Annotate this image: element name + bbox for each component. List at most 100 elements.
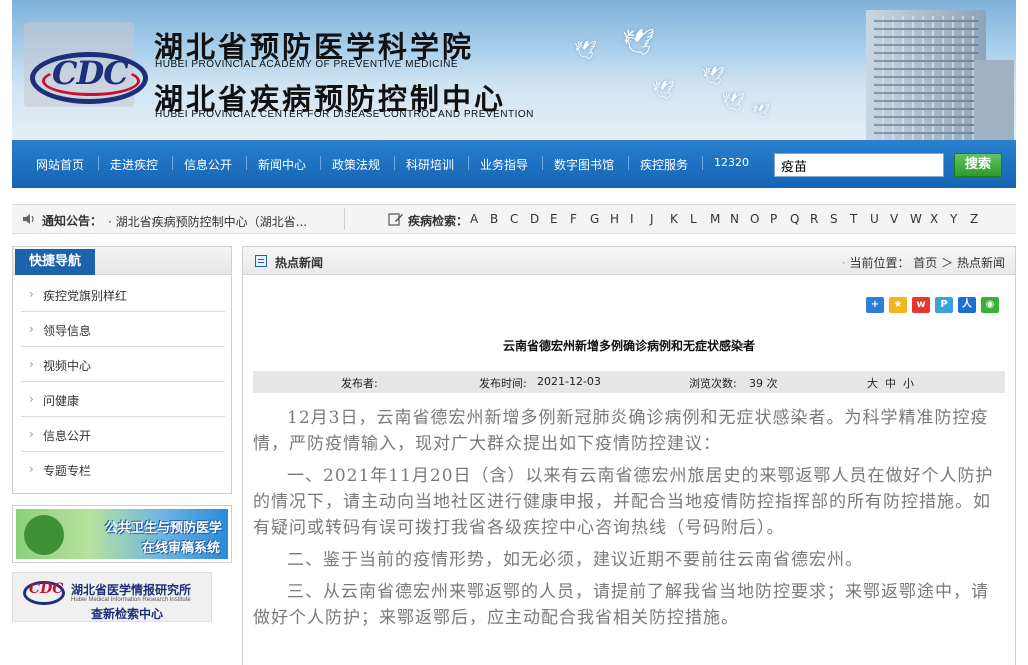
quick-nav-panel: 快捷导航 › 疾控党旗别样红 › 领导信息 › 视频中心 › 问健康 › 信息公… [12, 246, 232, 494]
nav-news[interactable]: 新闻中心 [258, 156, 306, 173]
letter-link[interactable]: I [630, 212, 650, 226]
quick-nav-item-health-qa[interactable]: › 问健康 [21, 382, 225, 417]
nav-divider [320, 156, 321, 170]
letter-link[interactable]: O [750, 212, 770, 226]
nav-policy[interactable]: 政策法规 [332, 156, 380, 173]
building-illustration [866, 10, 986, 140]
list-icon [255, 255, 267, 267]
nav-library[interactable]: 数字图书馆 [554, 156, 614, 173]
wechat-icon[interactable]: ◉ [981, 297, 999, 313]
font-size-large[interactable]: 大 [867, 375, 878, 391]
letter-link[interactable]: J [650, 212, 670, 226]
notice-label: 通知公告： [42, 214, 103, 228]
letter-link[interactable]: A [470, 212, 490, 226]
share-bar: + ★ w P 人 ◉ [866, 297, 999, 313]
nav-divider [468, 156, 469, 170]
nav-divider [542, 156, 543, 170]
letter-link[interactable]: R [810, 212, 830, 226]
nav-services[interactable]: 疾控服务 [640, 156, 688, 173]
speaker-icon [23, 214, 34, 224]
letter-link[interactable]: V [890, 212, 910, 226]
views-value: 39 次 [749, 377, 778, 390]
notice-marquee-item[interactable]: · 湖北省疾病预防控制中心（湖北省... [108, 213, 307, 230]
tree-illustration [24, 515, 64, 555]
letter-link[interactable]: Z [970, 212, 990, 226]
nav-home[interactable]: 网站首页 [36, 156, 84, 173]
medical-info-banner[interactable]: CDC 湖北省医学情报研究所 Hubei Medical Information… [12, 572, 212, 622]
breadcrumb: · 当前位置： 首页 ＞ 热点新闻 [842, 254, 1005, 271]
article-body: 12月3日，云南省德宏州新增多例新冠肺炎确诊病例和无症状感染者。为科学精准防控疫… [253, 405, 1005, 637]
main-nav: 网站首页 走进疾控 信息公开 新闻中心 政策法规 科研培训 业务指导 数字图书馆… [12, 140, 1016, 188]
chevron-right-icon: › [29, 392, 34, 406]
dove-icon: 🕊 [652, 80, 675, 101]
bullet-icon: · [841, 256, 846, 270]
letter-link[interactable]: D [530, 212, 550, 226]
font-size-medium[interactable]: 中 [885, 375, 896, 391]
letter-link[interactable]: U [870, 212, 890, 226]
publish-time-value: 2021-12-03 [537, 375, 601, 388]
notice-bar: 通知公告： · 湖北省疾病预防控制中心（湖北省... 疾病检索： A B C D… [12, 204, 1016, 234]
article-paragraph: 三、从云南省德宏州来鄂返鄂的人员，请提前了解我省当地防控要求；来鄂返鄂途中，请做… [253, 582, 989, 628]
nav-info-disclosure[interactable]: 信息公开 [184, 156, 232, 173]
dove-icon: 🕊 [722, 92, 745, 113]
cdc-logo[interactable]: CDC [24, 22, 154, 112]
journal-review-image: 公共卫生与预防医学 在线审稿系统 [16, 509, 228, 559]
disease-search-label: 疾病检索： [408, 214, 469, 228]
quick-nav-item-topics[interactable]: › 专题专栏 [21, 452, 225, 487]
letter-link[interactable]: M [710, 212, 730, 226]
letter-link[interactable]: H [610, 212, 630, 226]
journal-review-banner[interactable]: 公共卫生与预防医学 在线审稿系统 [12, 505, 232, 563]
tencent-icon[interactable]: P [935, 297, 953, 313]
letter-link[interactable]: W [910, 212, 930, 226]
more-icon[interactable]: + [866, 297, 884, 313]
nav-hotline[interactable]: 12320 [714, 156, 749, 169]
letter-link[interactable]: T [850, 212, 870, 226]
quick-nav-label: 信息公开 [43, 429, 92, 443]
quick-nav-item-leaders[interactable]: › 领导信息 [21, 312, 225, 347]
letter-link[interactable]: K [670, 212, 690, 226]
qzone-icon[interactable]: ★ [889, 297, 907, 313]
letter-link[interactable]: Q [790, 212, 810, 226]
quick-nav-label: 专题专栏 [43, 464, 92, 478]
search-input[interactable] [774, 153, 944, 177]
breadcrumb-separator: ＞ [941, 256, 954, 270]
weibo-icon[interactable]: w [912, 297, 930, 313]
letter-link[interactable]: G [590, 212, 610, 226]
site-banner: CDC 湖北省预防医学科学院 HUBEI PROVINCIAL ACADEMY … [12, 0, 1016, 140]
quick-nav-label: 问健康 [43, 394, 80, 408]
breadcrumb-current[interactable]: 热点新闻 [957, 256, 1005, 270]
breadcrumb-home[interactable]: 首页 [913, 256, 937, 270]
quick-nav-header: 快捷导航 [13, 247, 231, 275]
letter-link[interactable]: S [830, 212, 850, 226]
nav-divider [394, 156, 395, 170]
letter-link[interactable]: X [930, 212, 950, 226]
letter-link[interactable]: B [490, 212, 510, 226]
article-meta: 发布者: 发布时间: 2021-12-03 浏览次数: 39 次 大 中 小 [253, 371, 1005, 393]
building-illustration-side [974, 60, 1014, 140]
letter-link[interactable]: E [550, 212, 570, 226]
nav-divider [246, 156, 247, 170]
letter-link[interactable]: N [730, 212, 750, 226]
letter-link[interactable]: C [510, 212, 530, 226]
letter-link[interactable]: F [570, 212, 590, 226]
letter-link[interactable]: L [690, 212, 710, 226]
quick-nav-item-disclosure[interactable]: › 信息公开 [21, 417, 225, 452]
article-paragraph: 二、鉴于当前的疫情形势，如无必须，建议近期不要前往云南省德宏州。 [287, 550, 863, 570]
publish-time-label: 发布时间: [479, 377, 527, 390]
nav-divider [628, 156, 629, 170]
nav-research[interactable]: 科研培训 [406, 156, 454, 173]
news-panel-header: 热点新闻 · 当前位置： 首页 ＞ 热点新闻 [243, 247, 1015, 275]
quick-nav-list: › 疾控党旗别样红 › 领导信息 › 视频中心 › 问健康 › 信息公开 › 专… [21, 277, 225, 487]
search-button[interactable]: 搜索 [954, 153, 1002, 177]
font-size-small[interactable]: 小 [903, 375, 914, 391]
letter-link[interactable]: P [770, 212, 790, 226]
news-panel: 热点新闻 · 当前位置： 首页 ＞ 热点新闻 + ★ w P 人 ◉ 云南省德宏… [242, 246, 1016, 665]
letter-link[interactable]: Y [950, 212, 970, 226]
renren-icon[interactable]: 人 [958, 297, 976, 313]
journal-review-line1: 公共卫生与预防医学 [104, 521, 222, 536]
chevron-right-icon: › [29, 427, 34, 441]
quick-nav-item-video[interactable]: › 视频中心 [21, 347, 225, 382]
nav-guidance[interactable]: 业务指导 [480, 156, 528, 173]
nav-about[interactable]: 走进疾控 [110, 156, 158, 173]
quick-nav-item-party[interactable]: › 疾控党旗别样红 [21, 277, 225, 312]
